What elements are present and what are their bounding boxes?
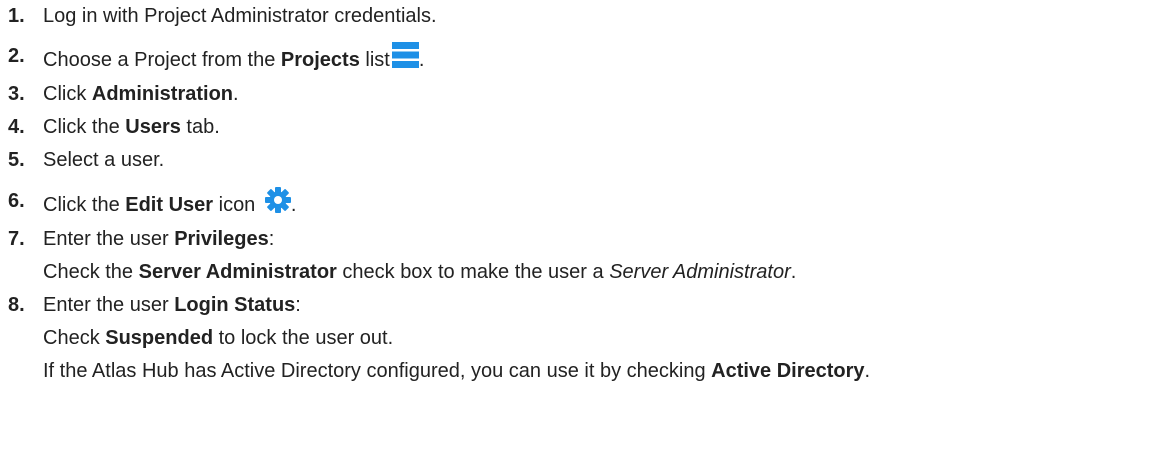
- instruction-list: 1. Log in with Project Administrator cre…: [0, 0, 1153, 392]
- step-4: 4. Click the Users tab.: [8, 115, 1153, 148]
- step-8-detail-suspended: Check Suspended to lock the user out.: [43, 327, 394, 349]
- step-text: Click Administration.: [43, 83, 239, 105]
- server-administrator-label: Server Administrator: [138, 261, 337, 283]
- step-1: 1. Log in with Project Administrator cre…: [8, 4, 1153, 37]
- step-number: 5.: [8, 149, 25, 171]
- gear-icon: [264, 187, 291, 213]
- step-7-detail: Check the Server Administrator check box…: [43, 261, 797, 283]
- projects-label: Projects: [280, 49, 360, 71]
- step-5: 5. Select a user.: [8, 148, 1153, 181]
- step-text: Choose a Project from the Projects list …: [43, 42, 424, 72]
- login-status-label: Login Status: [174, 294, 296, 316]
- step-text: Enter the user Login Status:: [43, 294, 301, 316]
- step-text: Click the Edit User icon .: [43, 187, 296, 217]
- step-number: 8.: [8, 294, 25, 316]
- step-text: Enter the user Privileges:: [43, 228, 275, 250]
- step-number: 1.: [8, 5, 25, 27]
- step-text: Log in with Project Administrator creden…: [43, 5, 437, 27]
- privileges-label: Privileges: [174, 228, 269, 250]
- step-number: 6.: [8, 190, 25, 212]
- step-number: 7.: [8, 228, 25, 250]
- step-text: Click the Users tab.: [43, 116, 220, 138]
- step-8-detail-active-directory: If the Atlas Hub has Active Directory co…: [43, 360, 871, 382]
- step-text: Select a user.: [43, 149, 165, 171]
- step-7: 7. Enter the user Privileges:: [8, 221, 1153, 260]
- step-8: 8. Enter the user Login Status:: [8, 293, 1153, 326]
- users-label: Users: [125, 116, 181, 138]
- step-number: 2.: [8, 45, 25, 67]
- step-6: 6. Click the Edit User icon .: [8, 181, 1153, 221]
- administration-label: Administration: [91, 83, 234, 105]
- active-directory-label: Active Directory: [711, 360, 865, 382]
- step-number: 3.: [8, 83, 25, 105]
- edit-user-label: Edit User: [125, 194, 214, 216]
- step-3: 3. Click Administration.: [8, 76, 1153, 115]
- suspended-label: Suspended: [105, 327, 214, 349]
- step-number: 4.: [8, 116, 25, 138]
- list-icon: [391, 42, 419, 68]
- step-2: 2. Choose a Project from the Projects li…: [8, 37, 1153, 76]
- server-administrator-role: Server Administrator: [609, 261, 791, 283]
